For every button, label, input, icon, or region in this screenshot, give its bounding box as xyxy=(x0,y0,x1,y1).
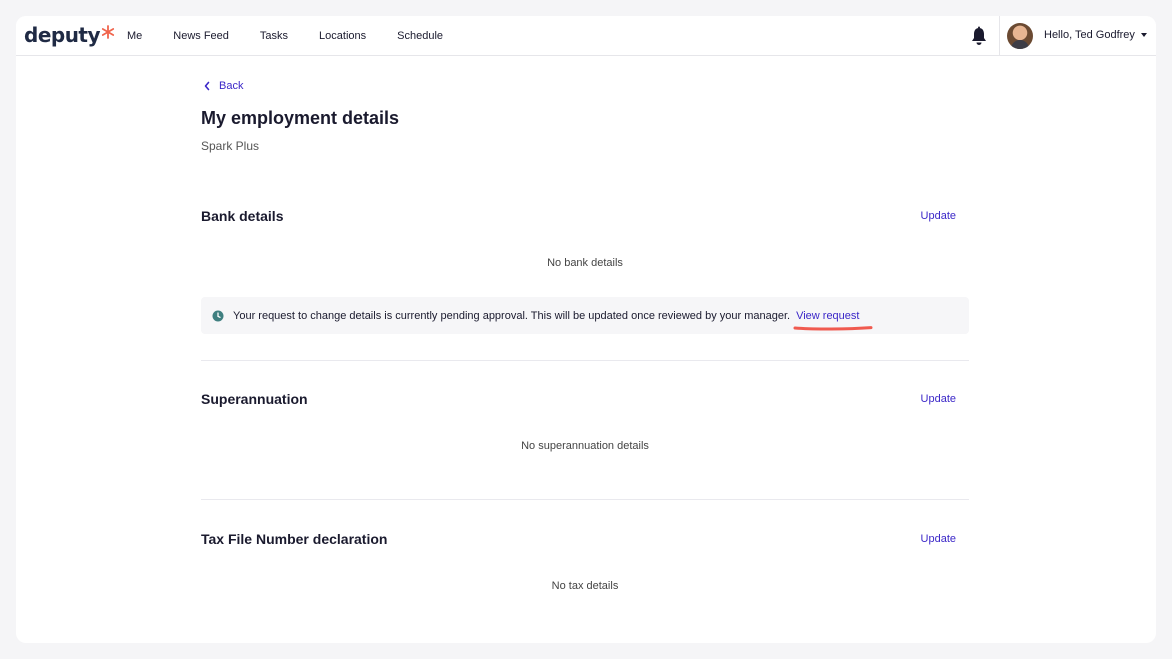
superannuation-empty-text: No superannuation details xyxy=(521,440,649,452)
section-divider xyxy=(201,360,969,361)
nav-item-locations[interactable]: Locations xyxy=(319,30,366,42)
logo-text: deputy xyxy=(24,23,101,47)
avatar[interactable] xyxy=(1007,23,1033,49)
nav-item-tasks[interactable]: Tasks xyxy=(260,30,288,42)
bell-icon[interactable] xyxy=(970,26,988,46)
tax-empty-text: No tax details xyxy=(551,580,619,592)
chevron-left-icon xyxy=(204,81,210,91)
highlight-underline-mark xyxy=(793,325,873,330)
view-request-label: View request xyxy=(796,309,860,322)
chevron-down-icon xyxy=(1140,33,1147,37)
pending-approval-notice: Your request to change details is curren… xyxy=(201,297,969,334)
superannuation-update-button[interactable]: Update xyxy=(921,393,956,405)
notice-text: Your request to change details is curren… xyxy=(233,309,791,322)
main-nav: Me News Feed Tasks Locations Schedule xyxy=(127,16,474,56)
tax-declaration-title: Tax File Number declaration xyxy=(201,531,388,547)
nav-item-news-feed[interactable]: News Feed xyxy=(173,30,229,42)
nav-item-me[interactable]: Me xyxy=(127,30,142,42)
top-navigation-bar: deputy Me News Feed Tasks Locations Sche… xyxy=(16,16,1156,56)
bank-update-button[interactable]: Update xyxy=(921,210,956,222)
section-divider xyxy=(201,499,969,500)
nav-item-schedule[interactable]: Schedule xyxy=(397,30,443,42)
clock-icon xyxy=(212,310,224,321)
page-title: My employment details xyxy=(201,108,400,128)
deputy-logo[interactable]: deputy xyxy=(24,22,115,48)
logo-star-icon xyxy=(101,25,115,39)
user-greeting: Hello, Ted Godfrey xyxy=(1044,29,1135,41)
bank-details-title: Bank details xyxy=(201,208,284,224)
back-link[interactable]: Back xyxy=(203,80,243,92)
page-subtitle: Spark Plus xyxy=(201,139,260,153)
tax-update-button[interactable]: Update xyxy=(921,533,956,545)
user-menu[interactable]: Hello, Ted Godfrey xyxy=(1044,29,1147,41)
header-divider xyxy=(999,16,1000,56)
app-window: deputy Me News Feed Tasks Locations Sche… xyxy=(16,16,1156,643)
superannuation-title: Superannuation xyxy=(201,391,308,407)
bank-empty-text: No bank details xyxy=(547,257,623,269)
view-request-link[interactable]: View request xyxy=(793,309,873,330)
back-label: Back xyxy=(219,80,244,92)
